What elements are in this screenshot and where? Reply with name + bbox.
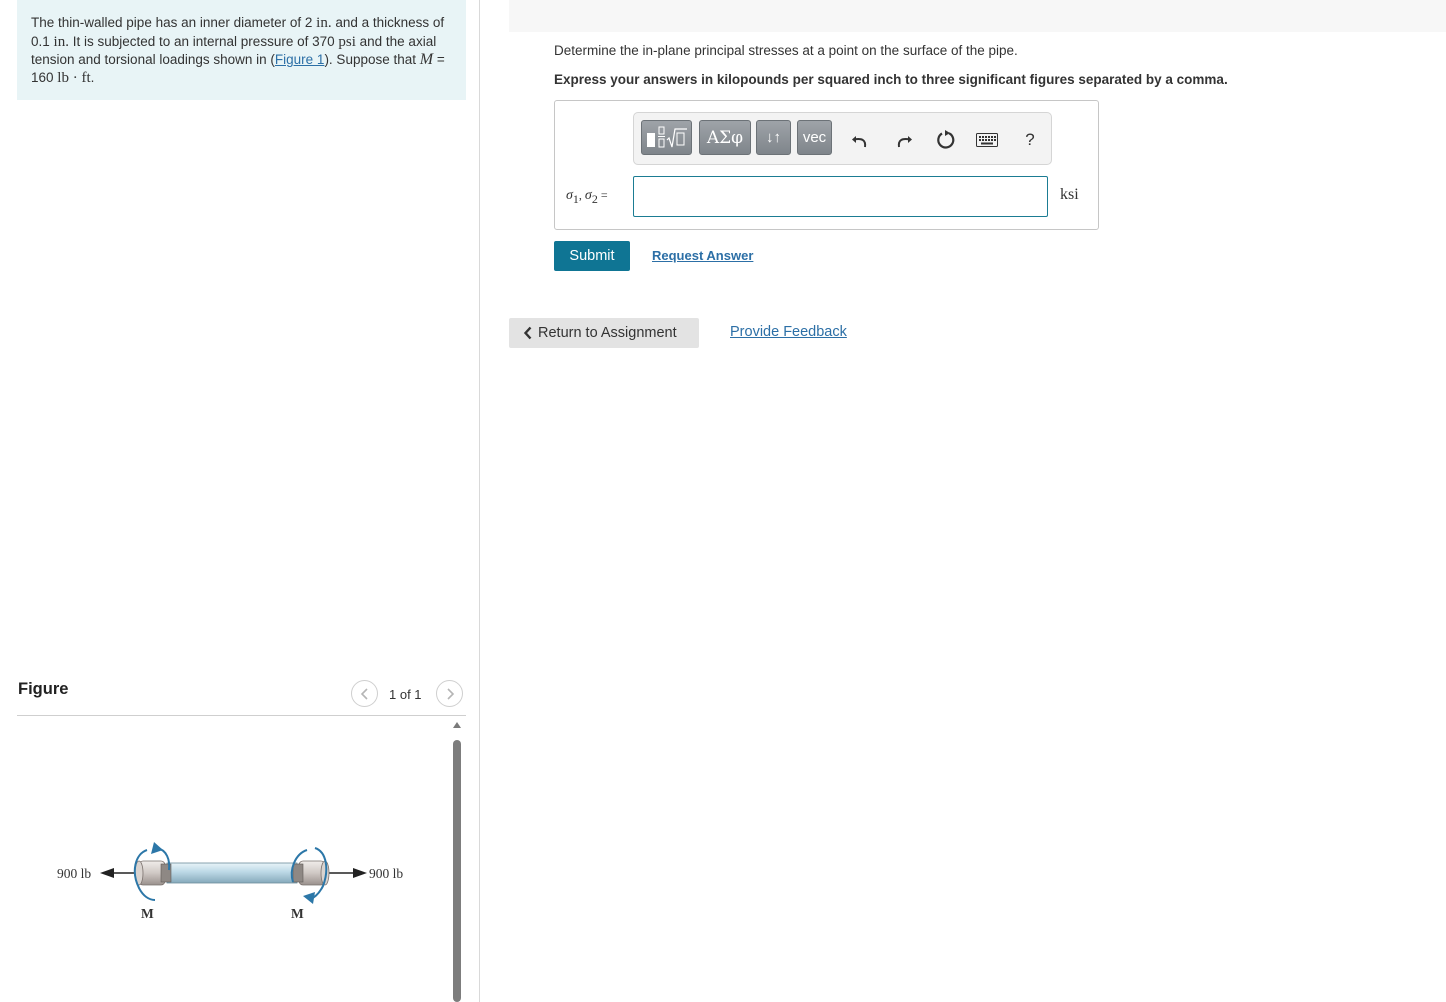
return-to-assignment-button[interactable]: Return to Assignment [509, 318, 699, 348]
provide-feedback-link[interactable]: Provide Feedback [730, 324, 847, 340]
redo-icon [897, 136, 912, 148]
reset-button[interactable] [934, 128, 958, 152]
scroll-up-arrow-icon[interactable] [453, 722, 461, 728]
submit-button[interactable]: Submit [554, 241, 630, 271]
redo-button[interactable] [892, 128, 916, 152]
answer-input[interactable] [633, 176, 1048, 217]
answer-panel: ΑΣφ ↓↑ vec ? σ1, σ2 = ksi [554, 100, 1099, 230]
chevron-left-icon [360, 687, 368, 700]
page-indicator: 1 of 1 [389, 687, 422, 702]
figure-title: Figure [18, 680, 69, 698]
pipe-diagram: 900 lb 900 lb M M [57, 842, 403, 921]
fraction-root-template-icon [646, 126, 687, 147]
left-moment-label: M [141, 906, 154, 921]
right-moment-label: M [291, 906, 304, 921]
figure-header: Figure 1 of 1 [17, 678, 466, 716]
request-answer-link[interactable]: Request Answer [652, 248, 753, 263]
next-figure-button[interactable] [436, 680, 463, 707]
chevron-left-icon [523, 326, 532, 340]
subscript-superscript-button[interactable]: ↓↑ [756, 120, 791, 155]
left-panel: The thin-walled pipe has an inner diamet… [0, 0, 480, 1002]
question-text: Determine the in-plane principal stresse… [554, 43, 1018, 58]
top-strip [509, 0, 1446, 32]
greek-symbols-button[interactable]: ΑΣφ [699, 120, 751, 155]
scroll-thumb[interactable] [453, 740, 461, 1002]
right-force-label: 900 lb [369, 866, 403, 881]
math-toolbar: ΑΣφ ↓↑ vec ? [633, 112, 1052, 165]
undo-button[interactable] [848, 128, 872, 152]
templates-button[interactable] [641, 120, 692, 155]
keyboard-button[interactable] [975, 128, 999, 152]
undo-icon [852, 136, 867, 148]
previous-figure-button[interactable] [351, 680, 378, 707]
chevron-right-icon [446, 687, 454, 700]
problem-statement: The thin-walled pipe has an inner diamet… [17, 0, 466, 100]
reset-icon [937, 130, 955, 149]
left-force-label: 900 lb [57, 866, 91, 881]
pipe-body [166, 862, 298, 884]
figure-canvas: 900 lb 900 lb M M [17, 720, 447, 1002]
keyboard-icon [976, 133, 998, 147]
answer-instruction: Express your answers in kilopounds per s… [554, 72, 1228, 87]
help-button[interactable]: ? [1018, 128, 1042, 152]
answer-label: σ1, σ2 = [566, 188, 608, 206]
vector-button[interactable]: vec [797, 120, 832, 155]
figure-scrollbar[interactable] [453, 722, 463, 1002]
answer-unit: ksi [1060, 186, 1079, 203]
figure-link[interactable]: Figure 1 [275, 52, 325, 67]
